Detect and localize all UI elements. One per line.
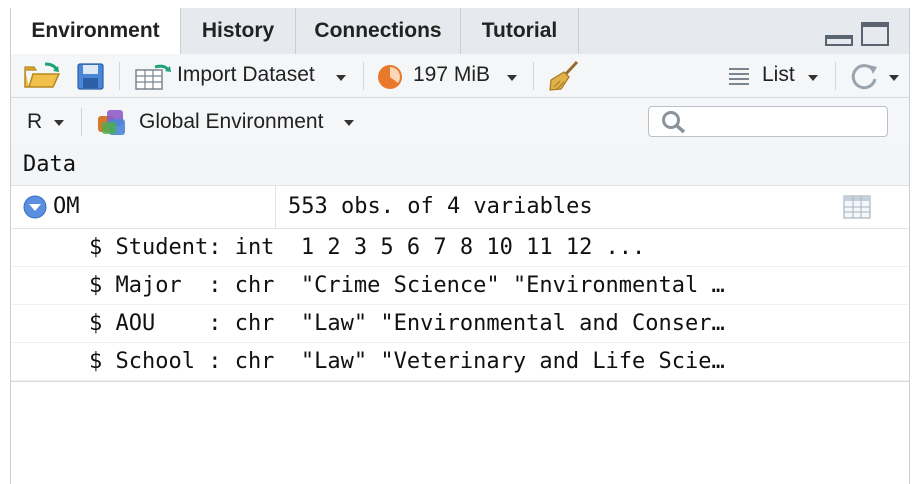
list-item: $ AOU : chr "Law" "Environmental and Con… (11, 305, 909, 343)
environment-object-row[interactable]: OM 553 obs. of 4 variables (11, 186, 909, 229)
data-section-header: Data (11, 145, 909, 186)
tab-connections[interactable]: Connections (296, 8, 461, 54)
chevron-down-icon[interactable] (889, 75, 899, 81)
minimize-icon[interactable] (825, 32, 853, 51)
language-selector[interactable]: R (27, 110, 42, 134)
search-icon (661, 110, 687, 139)
object-value: 553 obs. of 4 variables (288, 194, 593, 219)
chevron-down-icon[interactable] (507, 75, 517, 81)
tab-bar: Environment History Connections Tutorial (11, 8, 909, 55)
refresh-icon[interactable] (849, 61, 881, 96)
memory-usage-label[interactable]: 197 MiB (413, 63, 490, 87)
structure-line-text: $ AOU : chr "Law" "Environmental and Con… (89, 311, 725, 336)
global-environment-icon[interactable] (97, 109, 129, 142)
toolbar-separator (81, 108, 82, 136)
toolbar-separator (835, 62, 836, 90)
object-name[interactable]: OM (53, 186, 80, 228)
chevron-down-icon[interactable] (808, 75, 818, 81)
list-item: $ School : chr "Law" "Veterinary and Lif… (11, 343, 909, 381)
chevron-down-icon[interactable] (54, 120, 64, 126)
chevron-down-icon[interactable] (344, 120, 354, 126)
toolbar-separator (363, 62, 364, 90)
list-item: $ Major : chr "Crime Science" "Environme… (11, 267, 909, 305)
broom-icon[interactable] (547, 59, 581, 98)
view-mode-button[interactable]: List (762, 63, 795, 87)
list-icon[interactable] (727, 66, 751, 91)
save-icon[interactable] (77, 63, 105, 96)
structure-line-text: $ School : chr "Law" "Veterinary and Lif… (89, 349, 725, 374)
main-toolbar: Import Dataset 197 MiB List (11, 54, 909, 98)
tab-environment[interactable]: Environment (11, 8, 181, 55)
import-dataset-icon[interactable] (135, 63, 175, 96)
import-dataset-button[interactable]: Import Dataset (177, 63, 315, 87)
environment-toolbar: R Global Environment (11, 98, 909, 146)
table-view-icon[interactable] (843, 195, 871, 224)
open-folder-icon[interactable] (23, 62, 63, 95)
search-input[interactable] (648, 106, 888, 137)
memory-usage-icon[interactable] (377, 64, 403, 95)
structure-line-text: $ Major : chr "Crime Science" "Environme… (89, 273, 725, 298)
toolbar-separator (119, 62, 120, 90)
tab-history[interactable]: History (181, 8, 296, 54)
expand-icon[interactable] (23, 195, 47, 224)
environment-selector[interactable]: Global Environment (139, 110, 323, 134)
tab-tutorial[interactable]: Tutorial (461, 8, 579, 54)
toolbar-separator (533, 62, 534, 90)
column-divider (275, 186, 276, 228)
maximize-icon[interactable] (861, 22, 889, 51)
list-item: $ Student: int 1 2 3 5 6 7 8 10 11 12 ..… (11, 229, 909, 267)
structure-list: $ Student: int 1 2 3 5 6 7 8 10 11 12 ..… (11, 229, 909, 382)
chevron-down-icon[interactable] (336, 75, 346, 81)
structure-line-text: $ Student: int 1 2 3 5 6 7 8 10 11 12 ..… (89, 235, 646, 260)
environment-pane: Environment History Connections Tutorial (10, 8, 910, 484)
